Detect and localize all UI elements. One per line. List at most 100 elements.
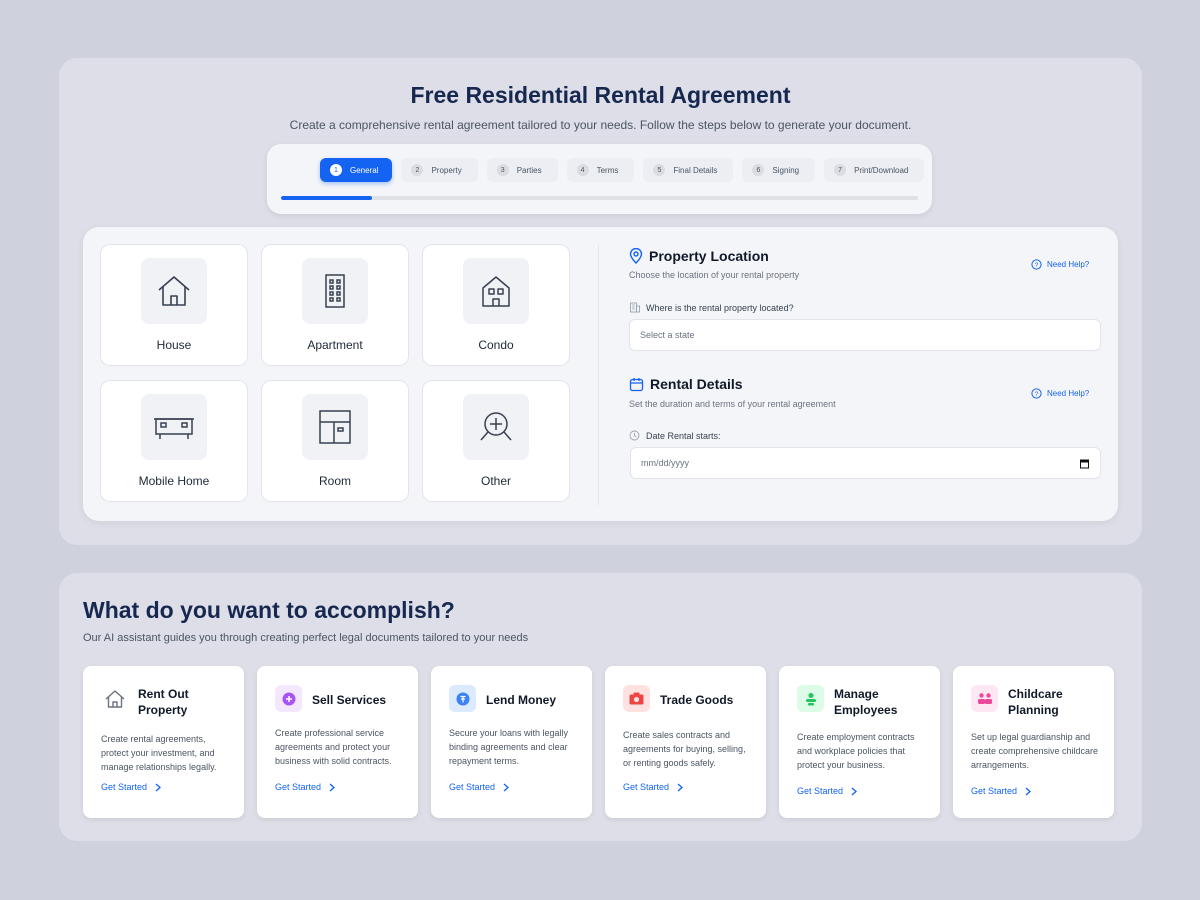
goal-card-trade-goods[interactable]: Trade Goods Create sales contracts and a…: [605, 666, 766, 818]
property-type-mobile-home[interactable]: Mobile Home: [100, 380, 248, 502]
get-started-link[interactable]: Get Started: [101, 782, 162, 792]
step-list: 1 General 2 Property 3 Parties 4 Terms 5…: [320, 158, 925, 182]
step-parties[interactable]: 3 Parties: [486, 158, 558, 182]
house-icon: [141, 258, 207, 324]
employee-icon: [797, 685, 824, 712]
divider: [598, 245, 599, 505]
svg-text:?: ?: [1035, 391, 1039, 398]
step-final-details[interactable]: 5 Final Details: [643, 158, 734, 182]
help-icon: ?: [1031, 388, 1042, 399]
property-type-room[interactable]: Room: [261, 380, 409, 502]
goal-title: Childcare Planning: [1008, 687, 1063, 717]
goal-card-manage-employees[interactable]: Manage Employees Create employment contr…: [779, 666, 940, 818]
step-label: Final Details: [673, 165, 718, 175]
goal-description: Create professional service agreements a…: [275, 728, 392, 766]
step-terms[interactable]: 4 Terms: [566, 158, 635, 182]
goal-cards: Rent Out Property Create rental agreemen…: [83, 666, 1114, 818]
property-type-other[interactable]: Other: [422, 380, 570, 502]
chevron-right-icon: [329, 783, 336, 791]
goal-title: Lend Money: [486, 693, 557, 707]
chevron-right-icon: [677, 783, 684, 791]
goal-card-lend-money[interactable]: Lend Money Secure your loans with legall…: [431, 666, 592, 818]
property-type-label: Mobile Home: [138, 474, 210, 488]
page-title: Free Residential Rental Agreement: [410, 82, 791, 108]
property-type-label: House: [156, 338, 192, 352]
building-icon: [630, 302, 640, 313]
step-print-download[interactable]: 7 Print/Download: [824, 158, 925, 182]
rental-header: Rental Details: [629, 376, 743, 392]
state-select[interactable]: Select a state: [629, 319, 1101, 351]
clock-icon: [629, 430, 640, 441]
field-label-text: Where is the rental property located?: [646, 302, 794, 313]
get-started-label: Get Started: [449, 782, 496, 792]
step-property[interactable]: 2 Property: [401, 158, 478, 182]
agreement-panel: Free Residential Rental Agreement Create…: [59, 58, 1142, 545]
goal-card-childcare-planning[interactable]: Childcare Planning Set up legal guardian…: [953, 666, 1114, 818]
goal-card-sell-services[interactable]: Sell Services Create professional servic…: [257, 666, 418, 818]
help-icon: ?: [1031, 259, 1042, 270]
date-input[interactable]: mm/dd/yyyy: [630, 447, 1101, 479]
property-type-condo[interactable]: Condo: [422, 244, 570, 366]
goal-title: Manage Employees: [834, 687, 898, 717]
goal-description: Create sales contracts and agreements fo…: [623, 730, 746, 768]
get-started-link[interactable]: Get Started: [623, 782, 684, 792]
progress-fill: [281, 196, 373, 200]
section-title: Property Location: [649, 248, 769, 264]
field-label-text: Date Rental starts:: [646, 430, 721, 441]
goal-description: Set up legal guardianship and create com…: [971, 732, 1099, 770]
stepper: 1 General 2 Property 3 Parties 4 Terms 5…: [267, 144, 932, 214]
house-icon: [101, 685, 128, 712]
step-signing[interactable]: 6 Signing: [742, 158, 816, 182]
camera-icon: [623, 685, 650, 712]
get-started-label: Get Started: [797, 786, 844, 796]
property-type-label: Condo: [478, 338, 514, 352]
accomplish-title: What do you want to accomplish?: [83, 597, 455, 623]
get-started-link[interactable]: Get Started: [275, 782, 336, 792]
step-number: 4: [576, 164, 589, 176]
room-icon: [302, 394, 368, 460]
get-started-link[interactable]: Get Started: [797, 786, 858, 796]
step-label: Print/Download: [854, 165, 909, 175]
step-number: 6: [752, 164, 765, 176]
step-number: 5: [653, 164, 666, 176]
money-icon: [449, 685, 476, 712]
property-type-apartment[interactable]: Apartment: [261, 244, 409, 366]
need-help-link[interactable]: ? Need Help?: [1031, 388, 1089, 399]
family-icon: [971, 685, 998, 712]
property-type-house[interactable]: House: [100, 244, 248, 366]
property-type-label: Room: [318, 474, 351, 488]
goal-card-rent-out-property[interactable]: Rent Out Property Create rental agreemen…: [83, 666, 244, 818]
step-number: 2: [411, 164, 424, 176]
condo-icon: [463, 258, 529, 324]
form-card: House Apartment Condo Mobile Home Room O…: [83, 227, 1118, 521]
chevron-right-icon: [1025, 787, 1032, 795]
step-label: Terms: [596, 165, 619, 175]
chevron-right-icon: [851, 787, 858, 795]
section-title: Rental Details: [650, 376, 743, 392]
get-started-label: Get Started: [971, 786, 1018, 796]
accomplish-panel: What do you want to accomplish? Our AI a…: [59, 573, 1142, 841]
step-general[interactable]: 1 General: [320, 158, 393, 182]
state-select-placeholder: Select a state: [640, 330, 695, 340]
step-number: 1: [330, 164, 342, 176]
need-help-label: Need Help?: [1047, 260, 1090, 269]
goal-title: Rent Out Property: [138, 687, 189, 717]
calendar-picker-icon[interactable]: [1079, 458, 1090, 469]
apartment-icon: [302, 258, 368, 324]
step-label: General: [350, 165, 379, 175]
step-number: 3: [496, 164, 509, 176]
chevron-right-icon: [503, 783, 510, 791]
goal-description: Secure your loans with legally binding a…: [449, 728, 569, 766]
other-icon: [463, 394, 529, 460]
need-help-link[interactable]: ? Need Help?: [1031, 259, 1089, 270]
get-started-link[interactable]: Get Started: [449, 782, 510, 792]
goal-title: Trade Goods: [660, 693, 734, 707]
section-description: Set the duration and terms of your renta…: [629, 399, 836, 409]
step-label: Property: [431, 165, 462, 175]
section-description: Choose the location of your rental prope…: [629, 270, 800, 280]
get-started-link[interactable]: Get Started: [971, 786, 1032, 796]
location-field-label: Where is the rental property located?: [629, 302, 794, 313]
get-started-label: Get Started: [275, 782, 322, 792]
calendar-icon: [629, 377, 644, 391]
goal-title: Sell Services: [312, 693, 387, 707]
